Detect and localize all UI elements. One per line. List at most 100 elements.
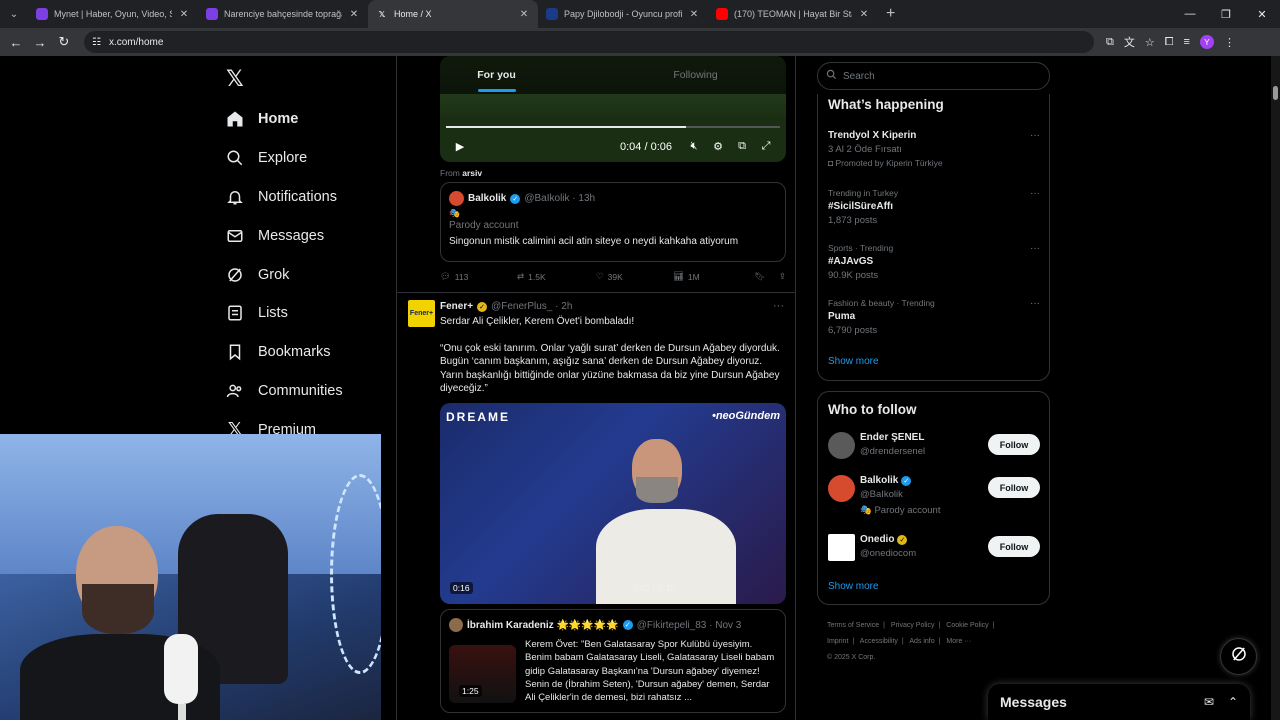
avatar[interactable] bbox=[449, 618, 463, 632]
author-name[interactable]: Fener+ bbox=[440, 301, 473, 312]
bookmark-icon[interactable]: 🔖︎ bbox=[754, 271, 765, 282]
like-button[interactable]: ♡ 39K bbox=[596, 271, 673, 282]
browser-tab[interactable]: Narenciye bahçesinde toprağa ✕ bbox=[198, 0, 368, 28]
section-title: What’s happening bbox=[828, 97, 944, 112]
minimize-icon[interactable]: — bbox=[1172, 0, 1208, 28]
browser-address-bar: ← → ↻ ☷ x.com/home ⧉ 文 ☆ ⧠ ≡ Y ⋮ bbox=[0, 28, 1280, 56]
follow-button[interactable]: Follow bbox=[988, 536, 1040, 557]
mute-icon[interactable]: 🔇︎ bbox=[682, 140, 706, 153]
browser-tab[interactable]: (170) TEOMAN | Hayat Bir Stand ✕ bbox=[708, 0, 878, 28]
trend-item-promoted[interactable]: Trendyol X Kiperin 3 Al 2 Öde Fırsatı ◘ … bbox=[828, 130, 1040, 168]
back-icon[interactable]: ← bbox=[4, 35, 28, 50]
tab-close-icon[interactable]: ✕ bbox=[688, 9, 700, 20]
video-player[interactable]: DREAME •neoGündem 0:16 0:01 / 0:15 bbox=[440, 403, 786, 604]
media-controls-icon[interactable]: ≡ bbox=[1184, 36, 1190, 48]
maximize-icon[interactable]: ❐ bbox=[1208, 0, 1244, 28]
profile-avatar[interactable]: Y bbox=[1199, 35, 1214, 49]
timeline-tabs: For you Following bbox=[397, 56, 795, 94]
close-window-icon[interactable]: ✕ bbox=[1244, 0, 1280, 28]
tab-for-you[interactable]: For you bbox=[397, 56, 596, 94]
url-field[interactable]: ☷ x.com/home bbox=[84, 31, 1094, 53]
video-progress-bar[interactable] bbox=[446, 126, 780, 128]
pip-icon[interactable]: ⧉ bbox=[730, 140, 754, 153]
follow-button[interactable]: Follow bbox=[988, 477, 1040, 498]
follow-suggestion[interactable]: Balkolik ✓ @BaIkolik 🎭 Parody account Fol… bbox=[828, 475, 1040, 527]
footer-link[interactable]: Imprint bbox=[827, 638, 848, 645]
new-tab-button[interactable]: + bbox=[886, 5, 895, 23]
more-options-icon[interactable]: ··· bbox=[773, 300, 784, 312]
tab-close-icon[interactable]: ✕ bbox=[348, 9, 360, 20]
nav-communities[interactable]: Communities bbox=[226, 372, 343, 411]
nav-bookmarks[interactable]: Bookmarks bbox=[226, 333, 343, 372]
follow-suggestion[interactable]: Onedio ✓ @onediocom Follow bbox=[828, 534, 1040, 574]
avatar[interactable] bbox=[449, 191, 464, 206]
browser-menu-icon[interactable]: ⋮ bbox=[1224, 36, 1235, 49]
from-account-link[interactable]: arsiv bbox=[462, 168, 482, 178]
forward-icon[interactable]: → bbox=[28, 35, 52, 50]
quoted-author-name[interactable]: Balkolik bbox=[468, 193, 506, 204]
quoted-tweet[interactable]: Balkolik ✓ @BaIkolik · 13h 🎭 Parody acco… bbox=[440, 182, 786, 262]
quoted-author-name[interactable]: İbrahim Karadeniz 🌟🌟🌟🌟🌟 bbox=[467, 620, 619, 631]
parody-mask-icon: 🎭 bbox=[449, 208, 461, 218]
browser-tab-active[interactable]: 𝕏 Home / X ✕ bbox=[368, 0, 538, 28]
install-app-icon[interactable]: ⧉ bbox=[1106, 36, 1114, 49]
grok-floating-button[interactable] bbox=[1220, 638, 1257, 675]
tab-following[interactable]: Following bbox=[596, 56, 795, 94]
trend-item[interactable]: Sports · Trending #AJAvGS 90.9K posts ··… bbox=[828, 243, 1040, 281]
scrollbar-thumb[interactable] bbox=[1273, 86, 1278, 100]
new-message-icon[interactable]: ✉ bbox=[1204, 695, 1214, 709]
video-progress-fill bbox=[446, 126, 687, 128]
messages-drawer[interactable]: Messages ✉ ⌃ bbox=[988, 684, 1250, 720]
bookmark-star-icon[interactable]: ☆ bbox=[1145, 36, 1155, 49]
nav-home[interactable]: Home bbox=[226, 100, 343, 139]
browser-tab[interactable]: Papy Djilobodji - Oyuncu profili ✕ bbox=[538, 0, 708, 28]
copyright-text: © 2025 X Corp. bbox=[827, 654, 876, 661]
tab-close-icon[interactable]: ✕ bbox=[858, 9, 870, 20]
repost-button[interactable]: ⇄ 1.5K bbox=[517, 271, 596, 282]
share-icon[interactable]: ⇪ bbox=[779, 271, 786, 282]
more-options-icon[interactable]: ··· bbox=[1030, 243, 1040, 254]
show-more-link[interactable]: Show more bbox=[828, 356, 879, 367]
trend-item[interactable]: Fashion & beauty · Trending Puma 6,790 p… bbox=[828, 298, 1040, 336]
views-button[interactable]: 📊︎ 1M bbox=[673, 271, 754, 282]
footer-link[interactable]: Cookie Policy bbox=[946, 622, 988, 629]
x-logo-icon[interactable]: 𝕏 bbox=[226, 66, 244, 92]
video-frame-person bbox=[596, 439, 736, 604]
extensions-icon[interactable]: ⧠ bbox=[1165, 36, 1174, 49]
footer-link[interactable]: More ··· bbox=[946, 638, 971, 645]
tweet-avatar[interactable]: Fener+ bbox=[408, 300, 435, 327]
play-icon[interactable]: ▶ bbox=[448, 140, 472, 153]
footer-link[interactable]: Ads info bbox=[909, 638, 934, 645]
reload-icon[interactable]: ↻ bbox=[52, 34, 76, 50]
show-more-link[interactable]: Show more bbox=[828, 581, 879, 592]
fullscreen-icon[interactable]: ⤢ bbox=[754, 140, 778, 153]
footer-link[interactable]: Privacy Policy bbox=[891, 622, 935, 629]
tab-search-button[interactable]: ⌄ bbox=[0, 0, 28, 28]
search-input[interactable]: Search bbox=[817, 62, 1050, 90]
more-options-icon[interactable]: ··· bbox=[1030, 130, 1040, 141]
quoted-video-thumbnail[interactable]: 1:25 bbox=[449, 645, 516, 703]
tab-close-icon[interactable]: ✕ bbox=[518, 9, 530, 20]
browser-tab[interactable]: Mynet | Haber, Oyun, Video, Spor ✕ bbox=[28, 0, 198, 28]
settings-gear-icon[interactable]: ⚙ bbox=[706, 140, 730, 153]
nav-grok[interactable]: Grok bbox=[226, 255, 343, 294]
page-scrollbar[interactable] bbox=[1271, 56, 1280, 720]
quoted-tweet[interactable]: İbrahim Karadeniz 🌟🌟🌟🌟🌟 ✓ @Fikirtepeli_8… bbox=[440, 609, 786, 713]
tab-close-icon[interactable]: ✕ bbox=[178, 9, 190, 20]
more-options-icon[interactable]: ··· bbox=[1030, 188, 1040, 199]
translate-icon[interactable]: 文 bbox=[1124, 34, 1135, 50]
follow-button[interactable]: Follow bbox=[988, 434, 1040, 455]
footer-link[interactable]: Terms of Service bbox=[827, 622, 879, 629]
nav-lists[interactable]: Lists bbox=[226, 294, 343, 333]
quoted-handle-time: @BaIkolik · 13h bbox=[524, 193, 596, 204]
trend-item[interactable]: Trending in Turkey #SicilSüreAffı 1,873 … bbox=[828, 188, 1040, 226]
nav-messages[interactable]: Messages bbox=[226, 216, 343, 255]
more-options-icon[interactable]: ··· bbox=[1030, 298, 1040, 309]
reply-button[interactable]: 💬︎ 113 bbox=[440, 271, 517, 282]
site-info-icon[interactable]: ☷ bbox=[92, 37, 101, 48]
nav-explore[interactable]: Explore bbox=[226, 139, 343, 178]
expand-chevron-icon[interactable]: ⌃ bbox=[1228, 695, 1238, 709]
nav-notifications[interactable]: Notifications bbox=[226, 178, 343, 217]
follow-suggestion[interactable]: Ender ŞENEL @drendersenel Follow bbox=[828, 432, 1040, 472]
footer-link[interactable]: Accessibility bbox=[860, 638, 898, 645]
